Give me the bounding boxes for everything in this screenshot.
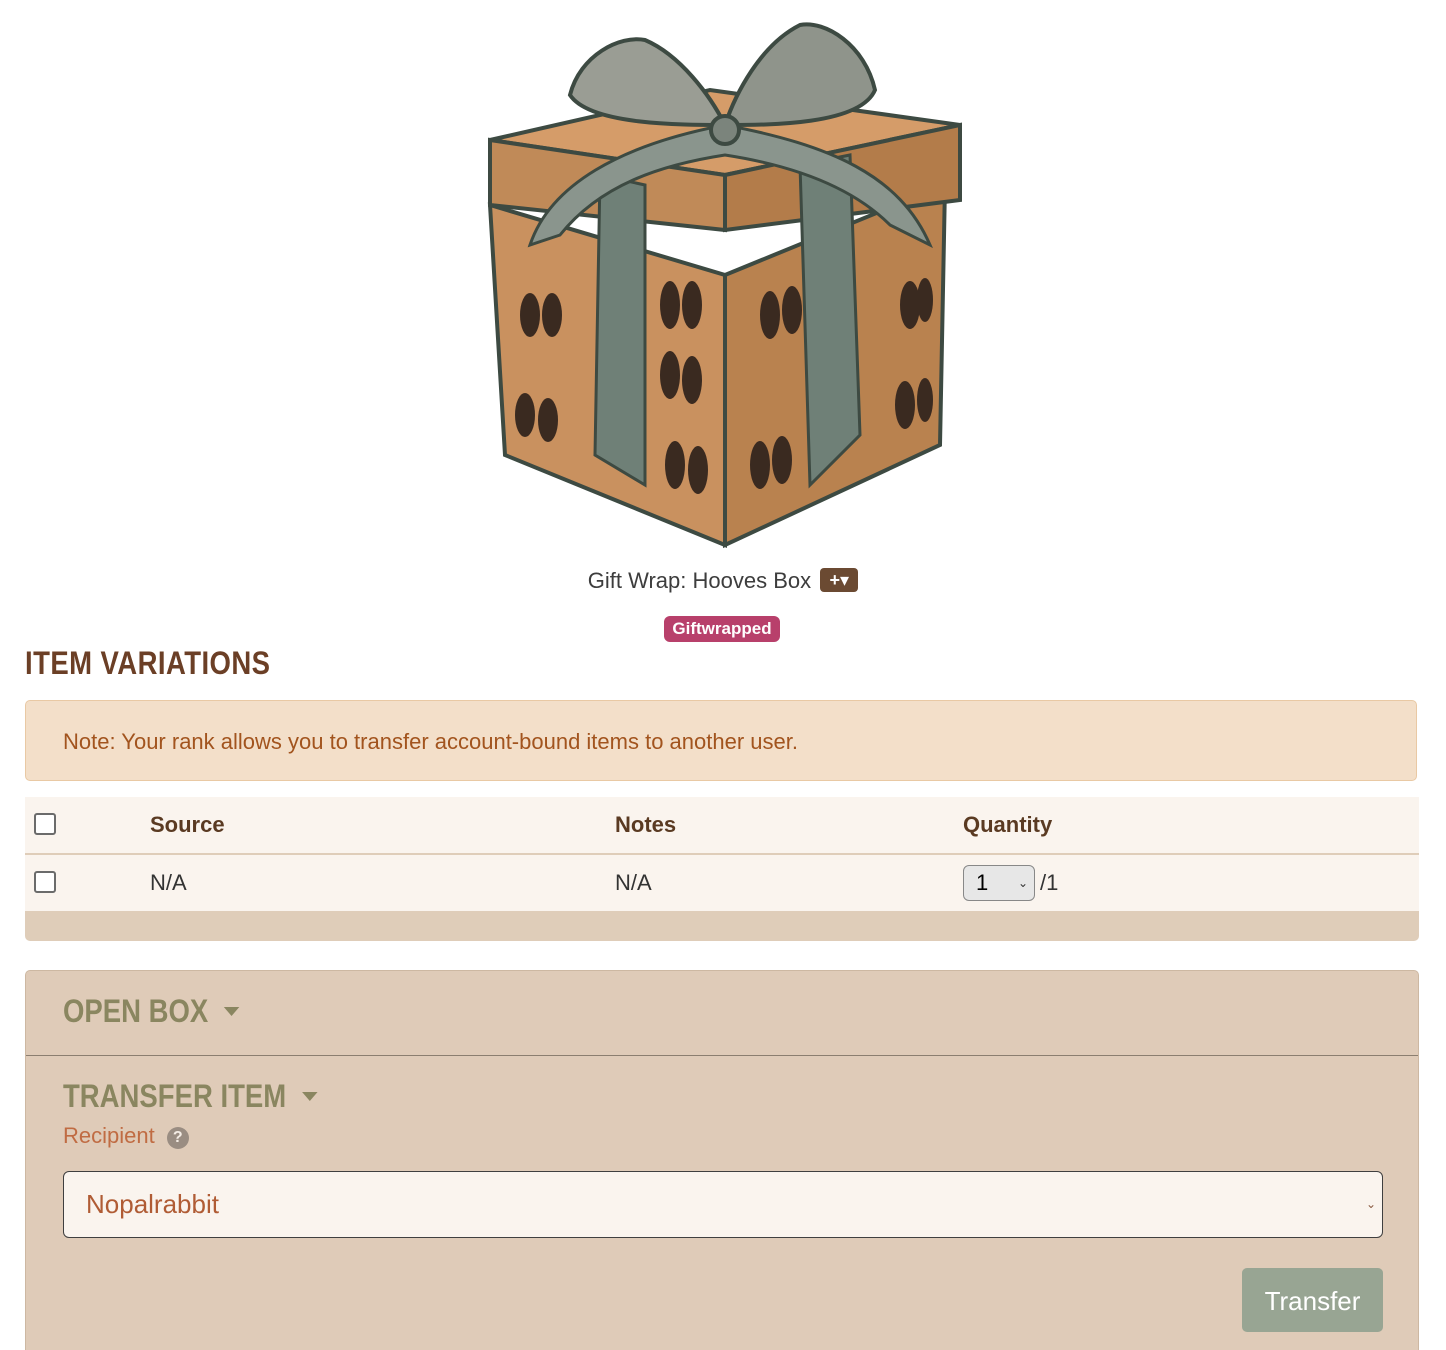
recipient-label: Recipient [63, 1123, 155, 1148]
transfer-button[interactable]: Transfer [1242, 1268, 1383, 1332]
item-name: Gift Wrap: Hooves Box [587, 568, 812, 593]
quantity-value: 1 [976, 870, 989, 895]
quantity-max: /1 [1040, 870, 1059, 895]
column-quantity: Quantity [963, 812, 1053, 837]
caret-down-icon [223, 1007, 240, 1017]
column-source: Source [150, 812, 225, 837]
select-all-checkbox[interactable] [34, 813, 56, 835]
gift-box-image [487, 22, 962, 549]
transfer-item-toggle[interactable]: TRANSFER ITEM [63, 1078, 318, 1115]
help-icon[interactable]: ? [166, 1127, 189, 1149]
transfer-note: Note: Your rank allows you to transfer a… [25, 700, 1417, 781]
column-notes: Notes [615, 812, 677, 837]
divider [26, 1055, 1418, 1056]
recipient-select[interactable]: Nopalrabbit ⌄ [63, 1171, 1383, 1238]
item-hero [0, 0, 1446, 560]
transfer-item-label: TRANSFER ITEM [63, 1078, 287, 1114]
item-variations-heading: ITEM VARIATIONS [25, 645, 271, 681]
table-row: N/A N/A 1 ⌄ /1 [25, 855, 1419, 911]
add-dropdown-button[interactable]: +▾ [820, 568, 859, 593]
item-title-row: Gift Wrap: Hooves Box +▾ [0, 568, 1446, 594]
open-box-toggle[interactable]: OPEN BOX [63, 993, 240, 1030]
giftwrapped-badge: Giftwrapped [664, 616, 780, 642]
recipient-value: Nopalrabbit [86, 1189, 219, 1219]
actions-panel: OPEN BOX TRANSFER ITEM Recipient? Nopalr… [25, 970, 1419, 1350]
chevron-down-icon: ⌄ [1365, 1197, 1376, 1211]
variations-table: Source Notes Quantity N/A N/A 1 ⌄ /1 [25, 797, 1419, 941]
caret-down-icon [301, 1092, 318, 1102]
open-box-label: OPEN BOX [63, 993, 209, 1029]
row-source: N/A [150, 870, 187, 895]
table-header-row: Source Notes Quantity [25, 797, 1419, 853]
recipient-label-row: Recipient? [63, 1123, 189, 1149]
quantity-select[interactable]: 1 ⌄ [963, 865, 1035, 901]
row-checkbox[interactable] [34, 871, 56, 893]
chevron-down-icon: ⌄ [1017, 876, 1028, 890]
row-notes: N/A [615, 870, 652, 895]
